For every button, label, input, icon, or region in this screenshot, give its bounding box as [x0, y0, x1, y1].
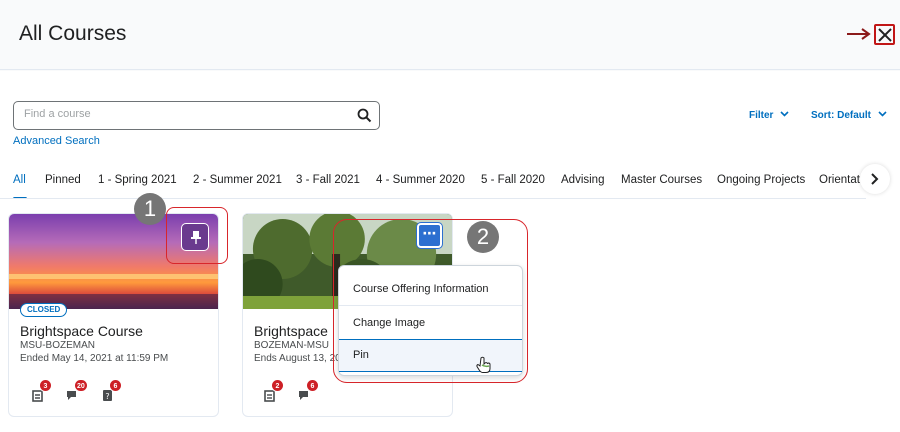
- menu-item-change-image[interactable]: Change Image: [339, 307, 522, 340]
- discussions-notification[interactable]: 20: [66, 379, 88, 404]
- tab-spring-2021[interactable]: 1 - Spring 2021: [98, 174, 177, 186]
- course-org: BOZEMAN-MSU: [254, 340, 329, 351]
- chevron-down-icon: [878, 111, 887, 117]
- svg-text:?: ?: [105, 392, 109, 401]
- tab-summer-2020[interactable]: 4 - Summer 2020: [376, 174, 465, 186]
- tabs-divider: [0, 198, 866, 199]
- discussions-notification[interactable]: 6: [298, 379, 319, 404]
- notification-count: 2: [271, 379, 284, 392]
- tabs-scroll-next-button[interactable]: [860, 164, 890, 194]
- sort-label: Sort: Default: [811, 110, 871, 121]
- tab-all[interactable]: All: [13, 174, 26, 186]
- hand-cursor-icon: [476, 356, 491, 373]
- menu-item-pin[interactable]: Pin: [339, 339, 522, 372]
- course-end-date: Ended May 14, 2021 at 11:59 PM: [20, 353, 169, 364]
- notification-count: 6: [306, 379, 319, 392]
- close-button[interactable]: [874, 24, 895, 45]
- tab-master-courses[interactable]: Master Courses: [621, 174, 702, 186]
- tab-orientation[interactable]: Orientat: [819, 174, 860, 186]
- tab-fall-2021[interactable]: 3 - Fall 2021: [296, 174, 360, 186]
- course-title[interactable]: Brightspace Course: [20, 323, 143, 339]
- tab-summer-2021[interactable]: 2 - Summer 2021: [193, 174, 282, 186]
- notification-count: 3: [39, 379, 52, 392]
- search-box: [13, 101, 380, 130]
- tab-ongoing-projects[interactable]: Ongoing Projects: [717, 174, 805, 186]
- callout-highlight-1: [166, 207, 228, 264]
- chevron-right-icon: [871, 173, 879, 185]
- notification-count: 20: [74, 379, 88, 392]
- course-options-menu: Course Offering Information Change Image…: [338, 265, 523, 376]
- arrow-right-icon: [847, 28, 871, 40]
- course-org: MSU-BOZEMAN: [20, 340, 95, 351]
- search-input[interactable]: [24, 108, 344, 120]
- callout-number-2: 2: [467, 221, 499, 253]
- assignments-notification[interactable]: 2: [263, 379, 284, 404]
- search-icon[interactable]: [357, 108, 372, 123]
- tab-fall-2020[interactable]: 5 - Fall 2020: [481, 174, 545, 186]
- dialog-header: All Courses: [0, 0, 900, 70]
- sort-button[interactable]: Sort: Default: [811, 110, 887, 121]
- notification-count: 6: [109, 379, 122, 392]
- menu-item-course-offering-info[interactable]: Course Offering Information: [339, 273, 522, 306]
- close-icon: [878, 28, 892, 42]
- advanced-search-link[interactable]: Advanced Search: [13, 135, 100, 147]
- callout-number-1: 1: [134, 193, 166, 225]
- course-title[interactable]: Brightspace: [254, 323, 328, 339]
- status-badge: CLOSED: [20, 303, 68, 317]
- course-end-date: Ends August 13, 20: [254, 353, 341, 364]
- page-title: All Courses: [19, 22, 127, 45]
- chevron-down-icon: [780, 111, 789, 117]
- menu-divider: [339, 305, 522, 306]
- filter-button[interactable]: Filter: [749, 110, 789, 121]
- semester-tabs: All Pinned 1 - Spring 2021 2 - Summer 20…: [0, 165, 860, 199]
- tab-advising[interactable]: Advising: [561, 174, 604, 186]
- assignments-notification[interactable]: 3: [31, 379, 52, 404]
- filter-label: Filter: [749, 110, 774, 121]
- tab-pinned[interactable]: Pinned: [45, 174, 81, 186]
- quizzes-notification[interactable]: ? 6: [101, 379, 122, 404]
